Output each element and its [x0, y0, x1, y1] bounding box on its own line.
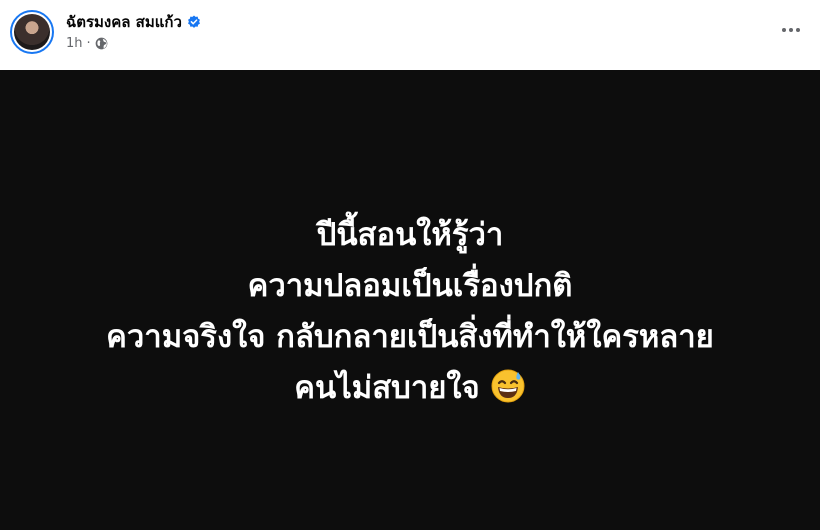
image-text-line-1: ปีนี้สอนให้รู้ว่า	[316, 217, 504, 253]
more-dot	[782, 28, 786, 32]
image-text-line-3: ความจริงใจ กลับกลายเป็นสิ่งที่ทำให้ใครหล…	[106, 319, 714, 355]
more-dot	[789, 28, 793, 32]
image-text-line-2: ความปลอมเป็นเรื่องปกติ	[247, 268, 573, 304]
avatar-photo	[14, 14, 50, 50]
avatar[interactable]	[10, 10, 54, 54]
image-text-line-4: คนไม่สบายใจ	[294, 370, 480, 406]
author-name[interactable]: ฉัตรมงคล สมแก้ว	[66, 10, 182, 34]
post-header: ฉัตรมงคล สมแก้ว 1h ·	[0, 0, 820, 70]
verified-badge-icon	[187, 15, 201, 29]
image-text-line-4-wrapper: คนไม่สบายใจ	[0, 363, 820, 414]
post-time[interactable]: 1h	[66, 36, 83, 51]
more-options-button[interactable]	[776, 18, 806, 42]
author-row: ฉัตรมงคล สมแก้ว	[66, 10, 201, 34]
meta-separator: ·	[86, 36, 91, 51]
post-image[interactable]: ปีนี้สอนให้รู้ว่า ความปลอมเป็นเรื่องปกติ…	[0, 70, 820, 530]
post-meta: 1h ·	[66, 36, 108, 51]
globe-icon[interactable]	[95, 37, 108, 50]
post-image-text: ปีนี้สอนให้รู้ว่า ความปลอมเป็นเรื่องปกติ…	[0, 210, 820, 414]
more-dot	[796, 28, 800, 32]
grinning-face-with-sweat-emoji	[490, 368, 526, 404]
